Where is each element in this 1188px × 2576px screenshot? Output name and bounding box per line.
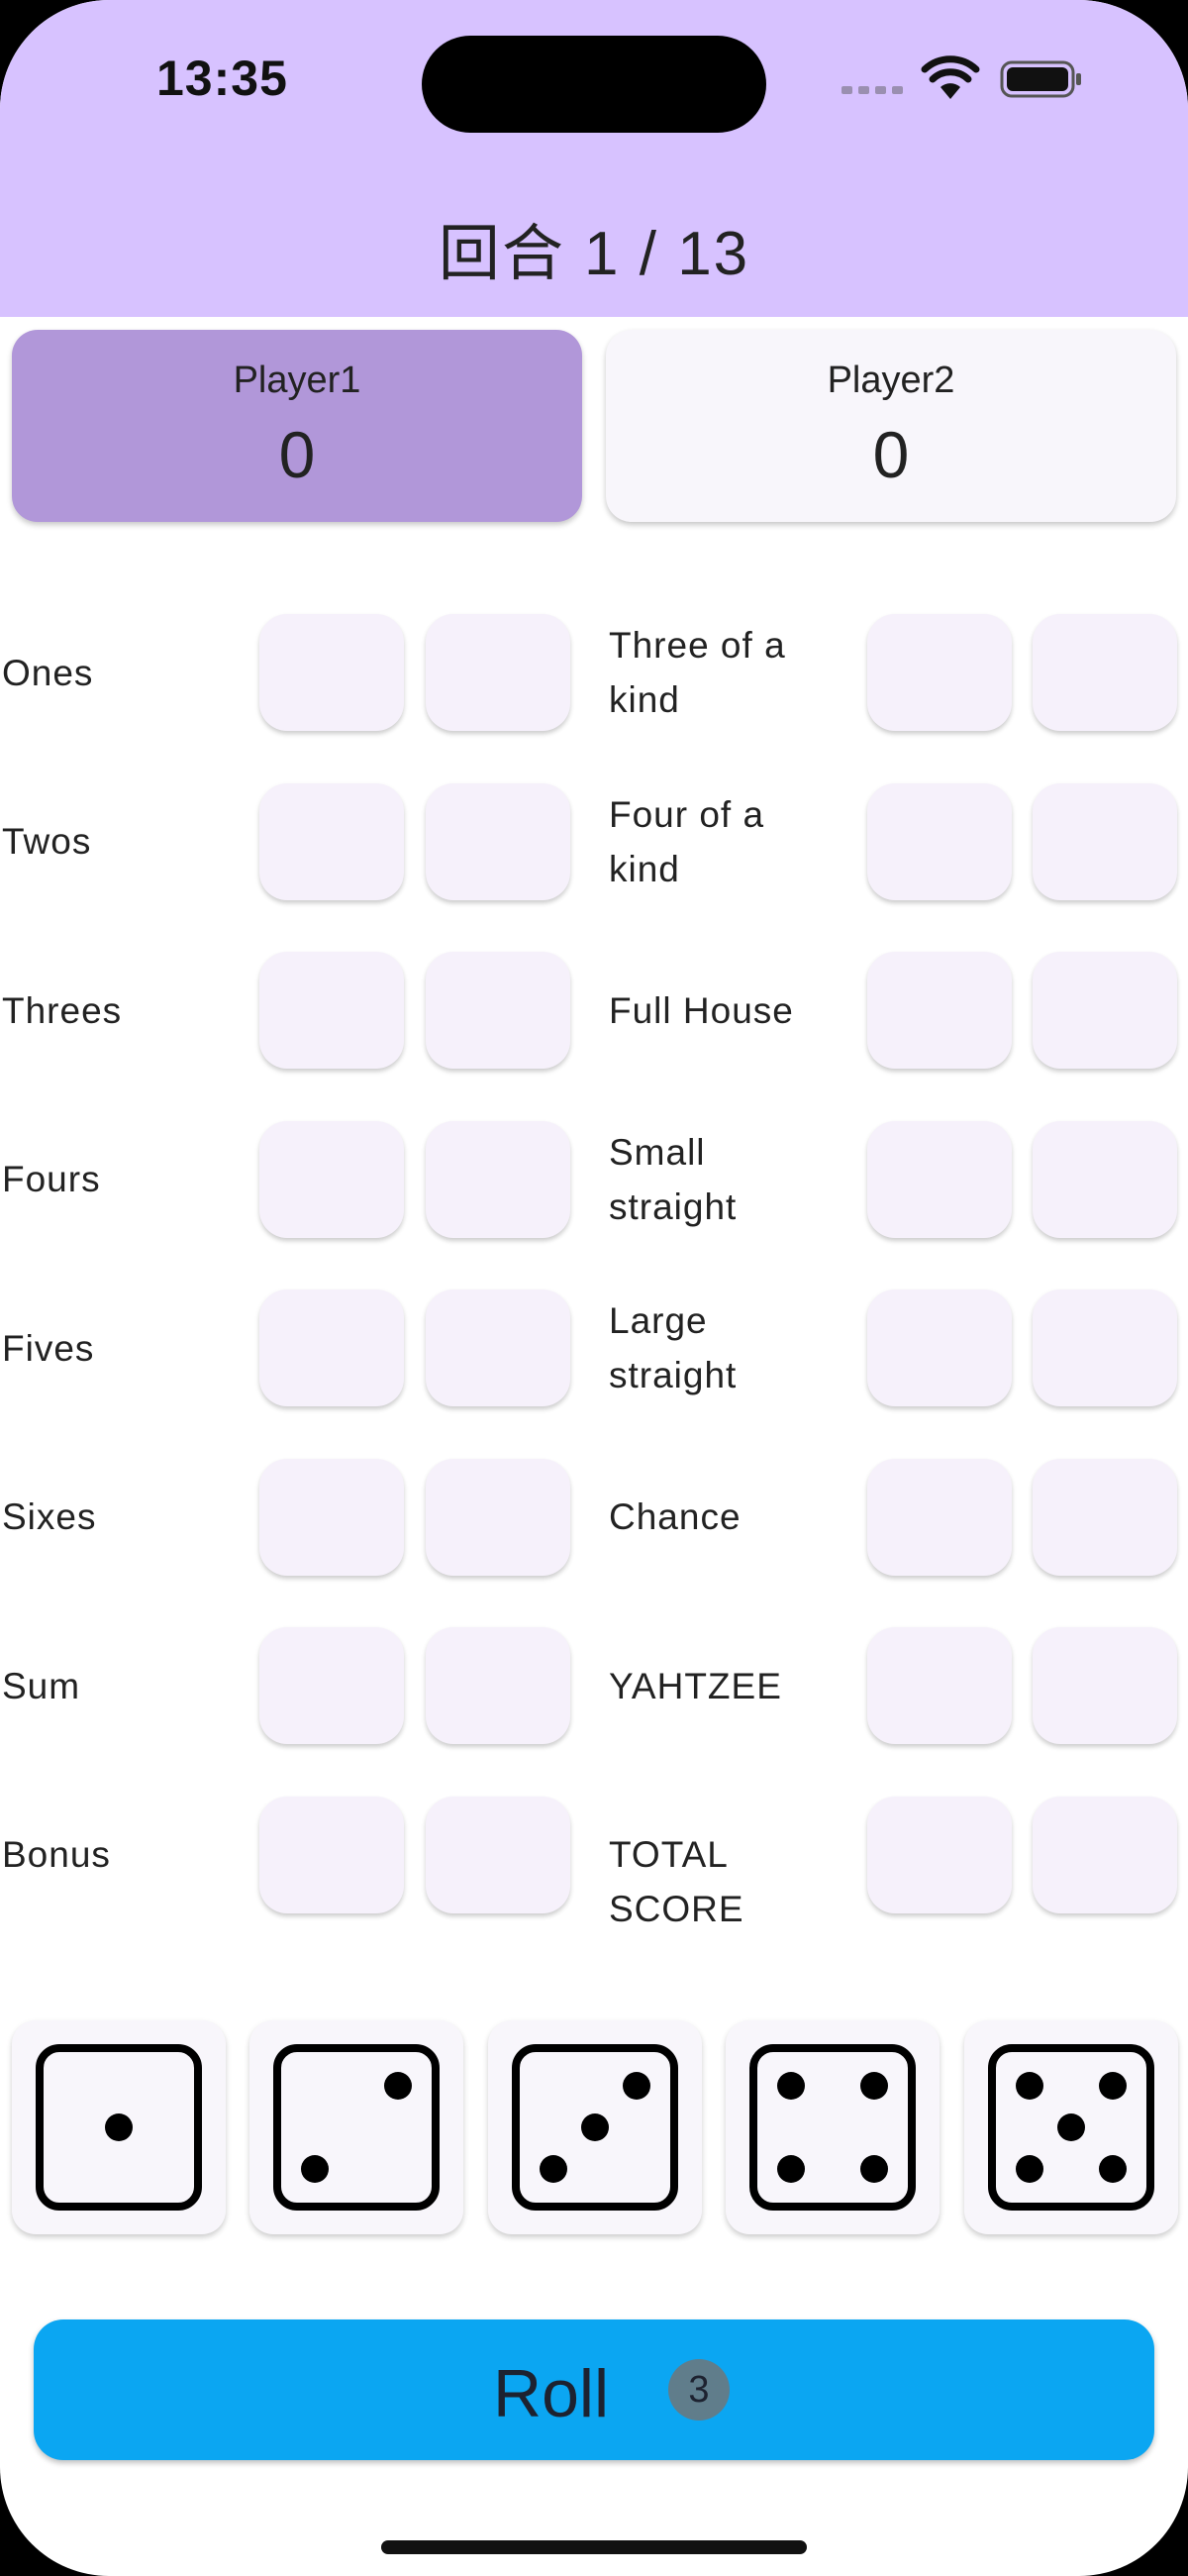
die-pip xyxy=(301,2155,329,2183)
score-cell-three-of-a-kind-player1[interactable] xyxy=(867,614,1012,731)
battery-icon xyxy=(1000,60,1081,98)
die-face-2-icon xyxy=(273,2044,440,2211)
player-card-1: Player1 0 xyxy=(12,330,582,522)
die-pip xyxy=(1016,2072,1043,2100)
die-pip xyxy=(1057,2113,1085,2141)
score-cell-fives-player2[interactable] xyxy=(426,1289,570,1406)
app-header: 13:35 回合 1 / 13 xyxy=(0,0,1188,317)
score-cell-sixes-player2[interactable] xyxy=(426,1458,570,1576)
die-face-4-icon xyxy=(749,2044,916,2211)
die-pip xyxy=(1016,2155,1043,2183)
wifi-icon xyxy=(921,55,980,99)
player-score: 0 xyxy=(278,418,316,491)
score-cell-threes-player1[interactable] xyxy=(259,952,404,1069)
score-label-chance: Chance xyxy=(609,1496,742,1537)
score-cell-yahtzee-player1[interactable] xyxy=(867,1627,1012,1744)
score-cell-total-score-player1[interactable] xyxy=(867,1796,1012,1913)
score-cell-large-straight-player2[interactable] xyxy=(1033,1289,1177,1406)
score-label-bonus: Bonus xyxy=(2,1834,111,1875)
die-pip xyxy=(860,2072,888,2100)
player-name: Player2 xyxy=(827,360,955,401)
score-cell-ones-player1[interactable] xyxy=(259,614,404,731)
score-cell-sum-player2[interactable] xyxy=(426,1627,570,1744)
roll-button[interactable]: Roll 3 xyxy=(34,2319,1154,2460)
die-pip xyxy=(1099,2072,1127,2100)
score-cell-sum-player1[interactable] xyxy=(259,1627,404,1744)
score-label-fives: Fives xyxy=(2,1327,95,1369)
score-cell-small-straight-player1[interactable] xyxy=(867,1120,1012,1238)
score-cell-small-straight-player2[interactable] xyxy=(1033,1120,1177,1238)
score-cell-twos-player2[interactable] xyxy=(426,782,570,900)
status-time: 13:35 xyxy=(156,51,288,106)
die-pip xyxy=(777,2072,805,2100)
score-label-total-score: TOTAL SCORE xyxy=(609,1834,744,1929)
die-pip xyxy=(1099,2155,1127,2183)
die-pip xyxy=(540,2155,567,2183)
die-face-3-icon xyxy=(512,2044,678,2211)
score-cell-chance-player2[interactable] xyxy=(1033,1458,1177,1576)
score-cell-threes-player2[interactable] xyxy=(426,952,570,1069)
score-cell-total-score-player2[interactable] xyxy=(1033,1796,1177,1913)
score-cell-sixes-player1[interactable] xyxy=(259,1458,404,1576)
die-pip xyxy=(777,2155,805,2183)
score-label-sixes: Sixes xyxy=(2,1496,97,1537)
score-cell-bonus-player1[interactable] xyxy=(259,1796,404,1913)
score-cell-chance-player1[interactable] xyxy=(867,1458,1012,1576)
die-button-2[interactable] xyxy=(249,2020,463,2234)
die-button-5[interactable] xyxy=(964,2020,1178,2234)
app-screen: 13:35 回合 1 / 13 Player1 0 Player2 0 Ones… xyxy=(0,0,1188,2576)
die-button-3[interactable] xyxy=(488,2020,702,2234)
die-pip xyxy=(860,2155,888,2183)
score-cell-fives-player1[interactable] xyxy=(259,1289,404,1406)
score-label-four-of-a-kind: Four of a kind xyxy=(609,793,765,889)
rolls-left-badge: 3 xyxy=(668,2359,730,2421)
score-cell-fours-player2[interactable] xyxy=(426,1120,570,1238)
die-face-1-icon xyxy=(36,2044,202,2211)
die-pip xyxy=(105,2113,133,2141)
die-face-5-icon xyxy=(988,2044,1154,2211)
score-cell-full-house-player1[interactable] xyxy=(867,952,1012,1069)
score-label-threes: Threes xyxy=(2,989,123,1031)
score-cell-yahtzee-player2[interactable] xyxy=(1033,1627,1177,1744)
score-cell-bonus-player2[interactable] xyxy=(426,1796,570,1913)
die-button-1[interactable] xyxy=(12,2020,226,2234)
score-cell-fours-player1[interactable] xyxy=(259,1120,404,1238)
die-button-4[interactable] xyxy=(726,2020,940,2234)
dynamic-island xyxy=(422,36,766,133)
player-card-2: Player2 0 xyxy=(606,330,1176,522)
die-pip xyxy=(581,2113,609,2141)
score-cell-four-of-a-kind-player2[interactable] xyxy=(1033,782,1177,900)
player-score: 0 xyxy=(872,418,910,491)
score-cell-three-of-a-kind-player2[interactable] xyxy=(1033,614,1177,731)
score-label-ones: Ones xyxy=(2,652,94,693)
score-cell-large-straight-player1[interactable] xyxy=(867,1289,1012,1406)
round-title: 回合 1 / 13 xyxy=(438,220,750,288)
die-pip xyxy=(384,2072,412,2100)
score-label-three-of-a-kind: Three of a kind xyxy=(609,625,786,720)
score-label-fours: Fours xyxy=(2,1159,101,1199)
player-name: Player1 xyxy=(233,360,361,401)
score-label-small-straight: Small straight xyxy=(609,1131,738,1227)
score-label-large-straight: Large straight xyxy=(609,1300,738,1395)
score-label-yahtzee: YAHTZEE xyxy=(609,1665,782,1706)
score-cell-twos-player1[interactable] xyxy=(259,782,404,900)
score-cell-four-of-a-kind-player1[interactable] xyxy=(867,782,1012,900)
cellular-signal-icon xyxy=(842,86,903,94)
roll-button-label: Roll xyxy=(493,2356,610,2431)
score-label-twos: Twos xyxy=(2,821,92,862)
die-pip xyxy=(623,2072,650,2100)
score-cell-full-house-player2[interactable] xyxy=(1033,952,1177,1069)
score-label-full-house: Full House xyxy=(609,989,794,1031)
score-label-sum: Sum xyxy=(2,1665,81,1706)
home-indicator xyxy=(381,2540,807,2554)
score-cell-ones-player2[interactable] xyxy=(426,614,570,731)
